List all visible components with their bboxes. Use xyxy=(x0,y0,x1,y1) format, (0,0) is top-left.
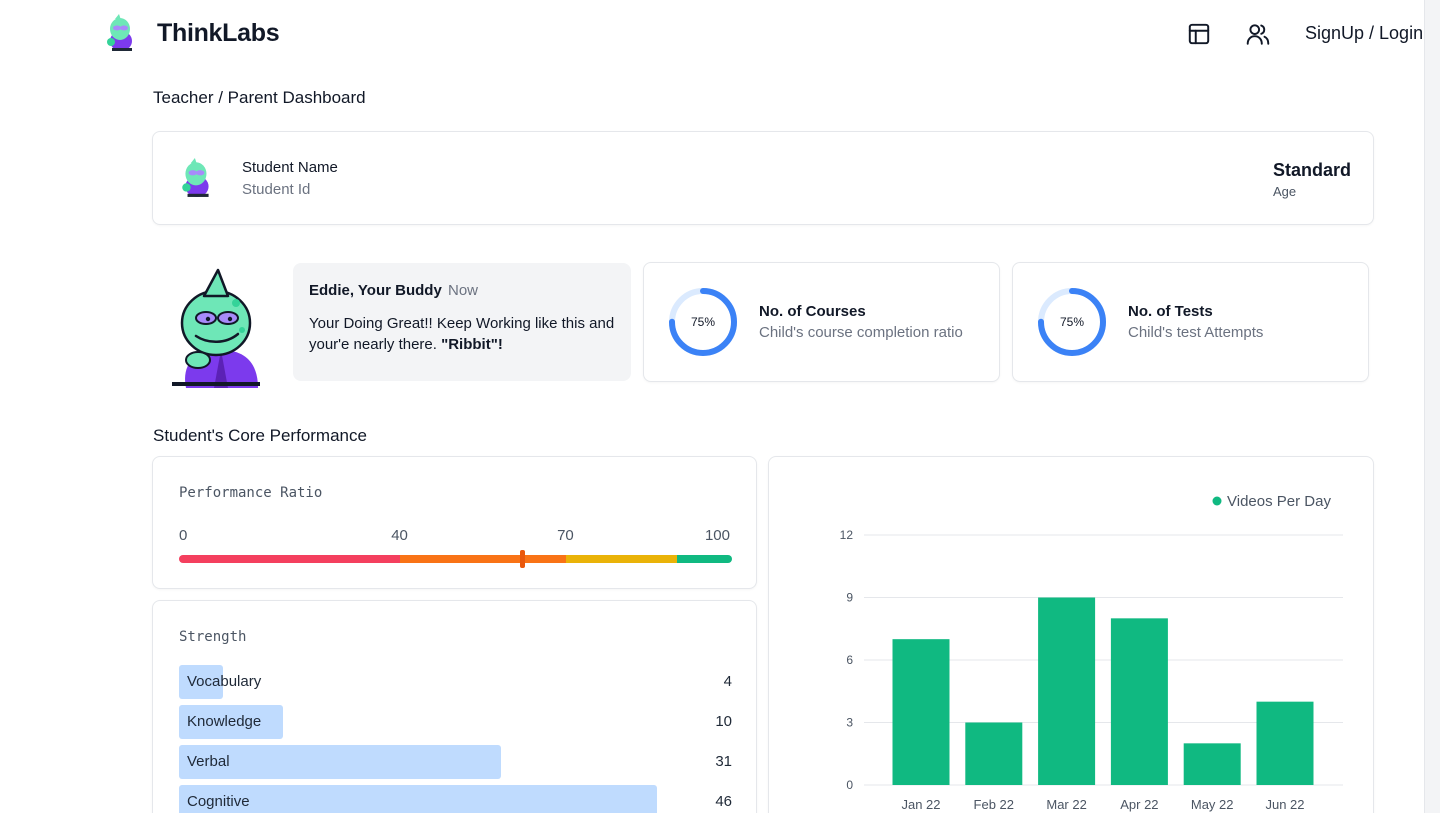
chart-bar xyxy=(1183,743,1241,785)
frog-logo-icon[interactable] xyxy=(104,14,138,52)
ratio-tick: 70 xyxy=(557,527,574,544)
courses-percent: 75% xyxy=(690,315,716,329)
student-standard: Standard xyxy=(1273,160,1352,180)
buddy-name: Eddie, Your Buddy xyxy=(309,282,442,299)
strength-label: Knowledge xyxy=(187,713,262,730)
performance-ratio-bar xyxy=(179,555,732,563)
strength-value: 10 xyxy=(715,713,732,730)
strength-row: Cognitive 46 xyxy=(179,785,732,813)
page-scrollbar[interactable] xyxy=(1424,0,1440,813)
performance-marker[interactable] xyxy=(519,550,525,568)
student-id: Student Id xyxy=(242,181,311,198)
strength-label: Vocabulary xyxy=(187,673,262,690)
layout-icon[interactable] xyxy=(1186,21,1212,47)
performance-ratio-title: Performance Ratio xyxy=(179,485,323,501)
student-name: Student Name xyxy=(242,159,338,176)
ratio-segment xyxy=(179,555,401,563)
signup-login-link[interactable]: SignUp / Login xyxy=(1305,23,1423,44)
strength-bar xyxy=(179,785,658,813)
ratio-tick: 0 xyxy=(179,527,188,544)
strength-label: Cognitive xyxy=(187,793,250,810)
buddy-message-bubble: Eddie, Your Buddy Now Your Doing Great!!… xyxy=(293,263,631,381)
dashboard-title: Teacher / Parent Dashboard xyxy=(153,88,366,107)
ratio-tick: 100 xyxy=(704,527,730,544)
strength-title: Strength xyxy=(179,629,247,645)
chart-bar xyxy=(965,722,1023,785)
ratio-segment xyxy=(566,555,677,563)
chart-bar xyxy=(1110,618,1168,785)
chart-bar xyxy=(1256,701,1314,785)
y-tick-label: 6 xyxy=(846,653,853,667)
student-info-card: Student Name Student Id Standard Age xyxy=(152,131,1374,225)
x-tick-label: Jun 22 xyxy=(1265,797,1304,812)
strength-row: Verbal 31 xyxy=(179,745,732,779)
ratio-segment xyxy=(400,555,567,563)
videos-per-day-chart-card: Videos Per Day 0 3 6 9 12 Jan 22 Feb 22 Mar 22 Ap… xyxy=(768,456,1374,813)
strength-row: Knowledge 10 xyxy=(179,705,732,739)
x-tick-label: Jan 22 xyxy=(901,797,940,812)
eddie-buddy-mascot xyxy=(172,268,260,388)
brand-name[interactable]: ThinkLabs xyxy=(157,19,280,48)
performance-ratio-card: Performance Ratio 0 40 70 100 xyxy=(152,456,757,589)
y-tick-label: 9 xyxy=(846,591,853,605)
student-avatar xyxy=(182,158,209,197)
student-age: Age xyxy=(1273,184,1297,199)
y-tick-label: 0 xyxy=(846,778,853,792)
users-icon[interactable] xyxy=(1245,21,1271,47)
strength-value: 4 xyxy=(723,673,732,690)
buddy-message-emphasis: "Ribbit"! xyxy=(441,336,503,353)
strength-card: Strength Vocabulary 4 Knowledge 10 Verbal 31 C… xyxy=(152,600,757,813)
tests-title: No. of Tests xyxy=(1128,303,1213,320)
chart-bar xyxy=(1038,597,1096,785)
courses-title: No. of Courses xyxy=(759,303,866,320)
legend-label: Videos Per Day xyxy=(1227,493,1331,510)
x-tick-label: Mar 22 xyxy=(1046,797,1086,812)
courses-subtitle: Child's course completion ratio xyxy=(759,324,963,341)
top-navbar: ThinkLabs SignUp / Login xyxy=(0,0,1424,68)
chart-bar xyxy=(892,639,950,785)
strength-label: Verbal xyxy=(187,753,230,770)
x-tick-label: May 22 xyxy=(1191,797,1234,812)
courses-stat-card: 75% No. of Courses Child's course comple… xyxy=(643,262,1000,382)
x-tick-label: Apr 22 xyxy=(1120,797,1158,812)
y-tick-label: 3 xyxy=(846,716,853,730)
legend-swatch xyxy=(1212,496,1222,506)
buddy-message: Your Doing Great!! Keep Working like thi… xyxy=(309,313,619,355)
strength-row: Vocabulary 4 xyxy=(179,665,732,699)
tests-subtitle: Child's test Attempts xyxy=(1128,324,1264,341)
strength-value: 46 xyxy=(715,793,732,810)
tests-percent: 75% xyxy=(1059,315,1085,329)
core-performance-title: Student's Core Performance xyxy=(153,426,367,445)
tests-stat-card: 75% No. of Tests Child's test Attempts xyxy=(1012,262,1369,382)
ratio-tick: 40 xyxy=(391,527,408,544)
y-tick-label: 12 xyxy=(840,528,854,542)
buddy-timestamp: Now xyxy=(448,282,479,299)
x-tick-label: Feb 22 xyxy=(974,797,1014,812)
videos-bar-chart: Videos Per Day 0 3 6 9 12 Jan 22 Feb 22 Mar 22 Ap… xyxy=(840,493,1343,812)
strength-value: 31 xyxy=(715,753,732,770)
ratio-segment xyxy=(676,555,732,563)
